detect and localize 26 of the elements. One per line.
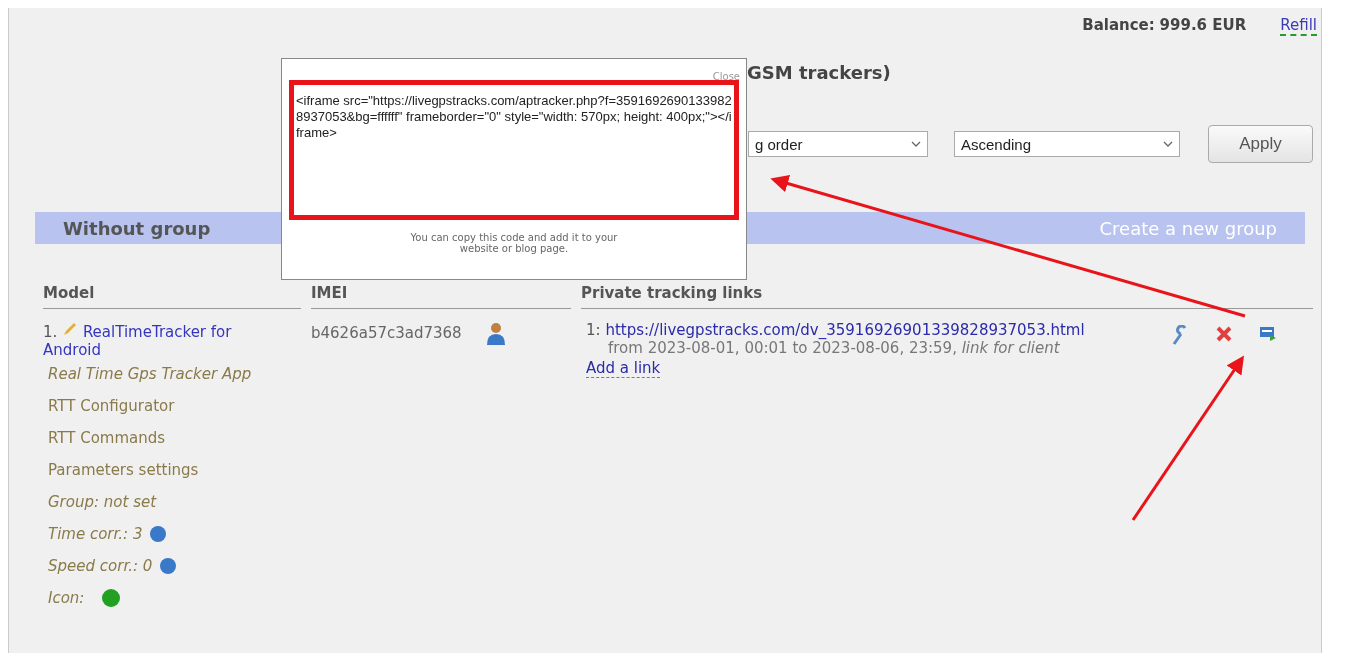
icon-label: Icon: <box>48 589 85 607</box>
device-menu-item[interactable]: Parameters settings <box>48 461 301 479</box>
group-name: Without group <box>63 217 211 239</box>
device-menu-item[interactable]: RTT Commands <box>48 429 301 447</box>
embed-hint: You can copy this code and add it to your website or blog page. <box>409 232 619 254</box>
device-menu-item[interactable]: RTT Configurator <box>48 397 301 415</box>
refill-link[interactable]: Refill <box>1280 16 1317 36</box>
balance-value: 999.6 EUR <box>1159 16 1247 34</box>
column-header: Private tracking links <box>581 284 1313 309</box>
app-name: Real Time Gps Tracker App <box>48 365 253 383</box>
column-header: Model <box>43 284 301 309</box>
balance-label: Balance: <box>1082 16 1155 34</box>
add-link[interactable]: Add a link <box>586 359 661 378</box>
embed-code-field[interactable]: <iframe src="https://livegpstracks.com/aptracker.php?f=35916926901339828937053&bg=ffffff" frameborder="0" style="width: 570px; height: 400px;"></iframe> <box>289 80 739 220</box>
time-correction: Time corr.: 3 <box>48 525 143 543</box>
group-label: Group: not set <box>48 493 158 511</box>
apply-button[interactable]: Apply <box>1208 125 1313 163</box>
column-header: IMEI <box>311 284 571 309</box>
imei-value: b4626a57c3ad7368 <box>311 324 462 342</box>
model-name: 1. RealTimeTracker for Android <box>43 321 233 359</box>
speed-correction: Speed corr.: 0 <box>48 557 153 575</box>
tracking-link[interactable]: 1: https://livegpstracks.com/dv_35916926901339828937053.html <box>586 321 1085 339</box>
sort-field-select[interactable]: g order <box>748 131 928 157</box>
link-period: from 2023-08-01, 00:01 to 2023-08-06, 23:59, link for client <box>607 339 1061 357</box>
page-title: GSM trackers) <box>747 62 892 83</box>
sort-direction-select[interactable]: Ascending <box>954 131 1180 157</box>
